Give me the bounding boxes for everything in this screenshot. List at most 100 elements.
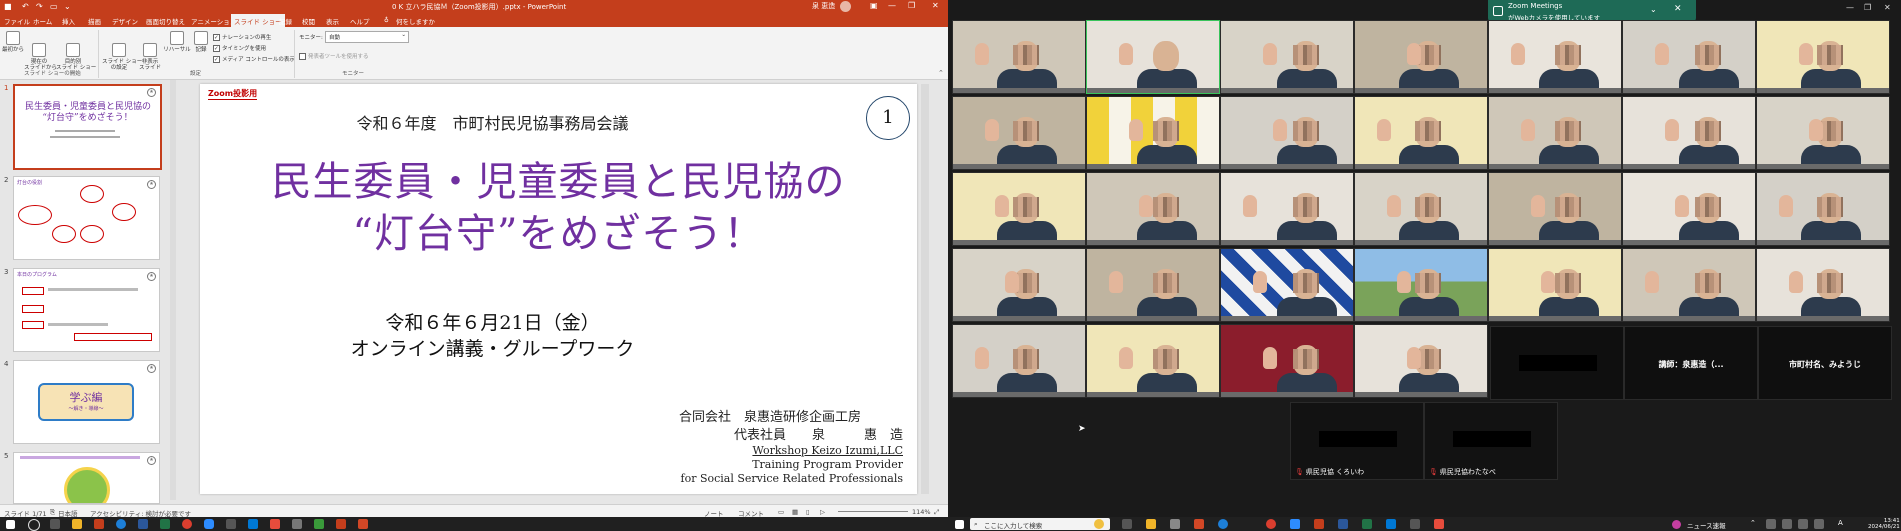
close-icon[interactable]: ✕ [1674, 4, 1682, 14]
video-tile[interactable] [952, 324, 1086, 398]
explorer-icon[interactable] [1146, 519, 1156, 529]
excel-icon[interactable] [1362, 519, 1372, 529]
excel-icon[interactable] [160, 519, 170, 529]
video-tile[interactable] [1488, 248, 1622, 322]
accessibility-status[interactable]: アクセシビリティ: 検討が必要です [90, 508, 191, 517]
notes-button[interactable]: ノート [704, 508, 724, 517]
normal-view-icon[interactable]: ▭ [778, 508, 784, 516]
windows-start-icon[interactable] [955, 520, 964, 529]
news-label[interactable]: ニュース速報 [1687, 520, 1726, 530]
tab-record[interactable]: 記録 [279, 16, 292, 26]
app-icon[interactable] [1434, 519, 1444, 529]
custom-show-button[interactable]: 目的別 スライド ショー [56, 31, 96, 71]
battery-icon[interactable] [1798, 519, 1808, 529]
video-tile[interactable] [1756, 96, 1890, 170]
hide-slide-button[interactable]: 非表示 スライド [138, 31, 162, 71]
close-icon[interactable]: ✕ [932, 1, 939, 10]
slide-thumbnail-3[interactable]: 本日のプログラム [13, 268, 160, 352]
reading-view-icon[interactable]: ▯ [806, 508, 810, 516]
video-tile[interactable] [1354, 20, 1488, 94]
maximize-icon[interactable]: ❐ [908, 1, 915, 10]
presenter-view-checkbox[interactable]: 発表者ツールを使用する [299, 52, 369, 60]
tab-draw[interactable]: 描画 [88, 16, 101, 26]
close-icon[interactable]: ✕ [1884, 3, 1891, 12]
tab-file[interactable]: ファイル [4, 16, 30, 26]
edge-icon[interactable] [1218, 519, 1228, 529]
video-tile[interactable] [1220, 172, 1354, 246]
sorter-view-icon[interactable]: ▦ [792, 508, 798, 516]
tab-slideshow[interactable]: スライド ショー [231, 14, 285, 27]
app-icon[interactable] [1194, 519, 1204, 529]
tab-animations[interactable]: アニメーション [191, 16, 236, 26]
app-icon[interactable] [358, 519, 368, 529]
thumbnail-scrollbar[interactable] [170, 80, 176, 500]
monitor-select[interactable]: 自動 ⌄ [325, 31, 409, 43]
video-tile[interactable] [952, 248, 1086, 322]
chrome-icon[interactable] [1266, 519, 1276, 529]
zoom-app-icon[interactable] [204, 519, 214, 529]
tab-home[interactable]: ホーム [33, 16, 52, 26]
use-timings-checkbox[interactable]: ✓ タイミングを使用 [213, 44, 266, 52]
tab-insert[interactable]: 挿入 [62, 16, 75, 26]
search-icon[interactable] [28, 519, 40, 531]
video-tile[interactable] [1354, 248, 1488, 322]
spellcheck-icon[interactable]: ⎘ [50, 508, 55, 517]
video-tile[interactable] [1756, 20, 1890, 94]
video-tile[interactable] [1622, 96, 1756, 170]
video-tile-speaker[interactable]: 講師：泉惠造（... [1624, 326, 1758, 400]
video-tile-kuroiwa[interactable]: 🎙 県民児協 くろいわ [1290, 402, 1424, 480]
tab-help[interactable]: ヘルプ [350, 16, 370, 26]
slide-thumbnail-5[interactable] [13, 452, 160, 504]
app-icon[interactable] [314, 519, 324, 529]
video-tile[interactable] [1622, 172, 1756, 246]
video-tile[interactable] [952, 20, 1086, 94]
settings-icon[interactable] [1410, 519, 1420, 529]
video-tile[interactable] [1220, 248, 1354, 322]
slide-thumbnail-1[interactable]: 民生委員・児童委員と民児協の “灯台守”をめざそう！ [13, 84, 162, 170]
edge-icon[interactable] [116, 519, 126, 529]
comments-button[interactable]: コメント [738, 508, 764, 517]
app-icon[interactable] [292, 519, 302, 529]
app-icon[interactable] [1170, 519, 1180, 529]
video-tile[interactable] [1756, 248, 1890, 322]
video-tile[interactable] [952, 96, 1086, 170]
video-tile-muni[interactable]: 市町村名、みようじ [1758, 326, 1892, 400]
video-tile[interactable] [1622, 248, 1756, 322]
video-tile[interactable] [1354, 96, 1488, 170]
word-icon[interactable] [138, 519, 148, 529]
setup-show-button[interactable]: スライド ショー の設定 [102, 31, 142, 71]
video-tile[interactable] [1220, 96, 1354, 170]
video-tile[interactable] [1086, 324, 1220, 398]
tab-view[interactable]: 表示 [326, 16, 339, 26]
mail-icon[interactable] [1386, 519, 1396, 529]
video-tile[interactable] [952, 172, 1086, 246]
from-beginning-button[interactable]: 最初から [2, 31, 24, 53]
fit-slide-icon[interactable]: ⤢ [934, 508, 939, 517]
tab-review[interactable]: 校閲 [302, 16, 315, 26]
tab-design[interactable]: デザイン [112, 16, 138, 26]
tab-transitions[interactable]: 画面切り替え [146, 16, 185, 26]
undo-icon[interactable]: ↶ [22, 2, 29, 11]
network-icon[interactable] [1766, 519, 1776, 529]
video-tile[interactable] [1354, 172, 1488, 246]
video-tile[interactable] [1220, 20, 1354, 94]
volume-icon[interactable] [1782, 519, 1792, 529]
task-view-icon[interactable] [1122, 519, 1132, 529]
chevron-up-icon[interactable]: ⌃ [1750, 519, 1760, 529]
video-tile[interactable] [1488, 172, 1622, 246]
zoom-level[interactable]: 114% [912, 508, 931, 516]
video-tile[interactable] [1086, 248, 1220, 322]
video-tile[interactable] [1086, 172, 1220, 246]
chrome-icon[interactable] [182, 519, 192, 529]
powerpoint-icon[interactable] [1314, 519, 1324, 529]
collapse-ribbon-icon[interactable]: ⌃ [938, 69, 944, 77]
word-icon[interactable] [1338, 519, 1348, 529]
redo-icon[interactable]: ↷ [36, 2, 43, 11]
video-tile[interactable] [1086, 20, 1220, 94]
from-current-button[interactable]: 現在の スライドから [24, 31, 57, 71]
rehearse-button[interactable]: リハーサル [163, 31, 191, 53]
clock[interactable]: 13:41 2024/06/21 [1868, 518, 1900, 530]
autosave-icon[interactable]: ■ [4, 2, 12, 11]
ribbon-display-icon[interactable]: ▣ [870, 1, 878, 10]
avatar[interactable] [840, 1, 851, 12]
